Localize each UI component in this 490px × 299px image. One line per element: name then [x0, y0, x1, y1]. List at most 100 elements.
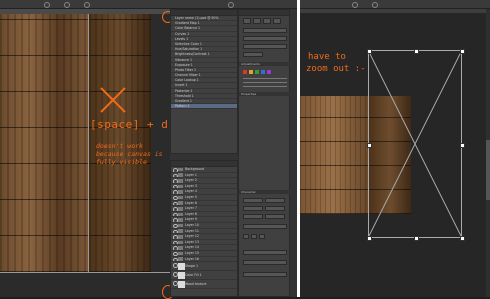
paragraph-field[interactable] — [243, 224, 287, 229]
layer-thumbnail — [178, 257, 183, 261]
search-icon-right[interactable] — [372, 2, 378, 8]
transform-handle-ml[interactable] — [367, 143, 372, 148]
tracking-field[interactable] — [243, 214, 263, 219]
font-family-field[interactable] — [243, 198, 263, 203]
language-field[interactable] — [243, 272, 287, 277]
layer-thumbnail — [178, 281, 185, 289]
free-transform-box[interactable] — [367, 49, 465, 241]
layer-thumbnail — [178, 206, 183, 211]
align-right-button[interactable] — [259, 234, 265, 239]
layers-panel: Background Layer 1 Layer 2 Layer 3 Layer 4 La… — [170, 160, 238, 297]
leading-field[interactable] — [265, 206, 285, 211]
layer-row-large[interactable]: Shape 1 — [171, 262, 237, 272]
value-field[interactable] — [243, 36, 287, 41]
layer-label: Layer 1 — [185, 172, 197, 177]
transform-handle-tc[interactable] — [414, 49, 419, 54]
home-icon[interactable] — [44, 2, 50, 8]
annotation-zoom-out: zoom out :- — [306, 64, 366, 74]
layer-thumbnail — [178, 251, 183, 256]
layer-label: Layer 7 — [185, 206, 197, 211]
layer-thumbnail — [178, 272, 185, 280]
annotation-note-line-2: because canvas is — [96, 150, 163, 158]
transform-handle-br[interactable] — [460, 236, 465, 241]
layer-thumbnail — [178, 167, 183, 172]
layer-label: Layer 3 — [185, 183, 197, 188]
layer-label: Layer 9 — [185, 217, 197, 222]
layer-label: Layer 15 — [185, 250, 199, 255]
workspace-icon[interactable] — [84, 2, 90, 8]
layer-thumbnail — [178, 240, 183, 245]
color-swatch-yellow[interactable] — [249, 70, 253, 74]
transform-handle-mr[interactable] — [460, 143, 465, 148]
transform-handle-tl[interactable] — [367, 49, 372, 54]
layer-label: Color Fill 1 — [185, 273, 202, 278]
color-swatch-red[interactable] — [243, 70, 247, 74]
layer-thumbnail — [178, 229, 183, 233]
layer-row-large[interactable]: Color Fill 1 — [171, 271, 237, 281]
annotation-note-line-3: fully visible — [96, 158, 147, 166]
transform-handle-tr[interactable] — [460, 49, 465, 54]
canvas-bottom-edge — [0, 272, 170, 273]
layer-label: Layer 5 — [185, 194, 197, 199]
layer-label: Layer 13 — [185, 239, 199, 244]
tool-button-4[interactable] — [273, 18, 281, 24]
character-title: Character — [239, 190, 291, 194]
history-item[interactable]: Pattern 1 — [171, 104, 237, 110]
settings-icon[interactable] — [228, 2, 234, 8]
cross-mark-icon — [98, 85, 128, 115]
layer-label: Layer 6 — [185, 200, 197, 205]
layer-thumbnail — [178, 195, 183, 200]
layer-label: Layer 4 — [185, 189, 197, 194]
tool-button-2[interactable] — [253, 18, 261, 24]
slider-2[interactable] — [243, 82, 287, 83]
layer-label: Layer 8 — [185, 211, 197, 216]
properties-header — [239, 10, 289, 16]
guide-line — [88, 14, 89, 272]
layer-label: Layer 2 — [185, 178, 197, 183]
layer-thumbnail — [178, 246, 183, 250]
home-icon-right[interactable] — [352, 2, 358, 8]
kerning-field[interactable] — [265, 214, 285, 219]
layers-list-large: Shape 1 Color Fill 1 Wood texture — [171, 262, 237, 290]
annotation-note-line-1: doesn't work — [96, 142, 143, 150]
layer-label: Layer 16 — [185, 256, 199, 261]
align-center-button[interactable] — [251, 234, 257, 239]
tool-button-3[interactable] — [263, 18, 271, 24]
tool-button-1[interactable] — [243, 18, 251, 24]
layer-label: Layer 14 — [185, 245, 199, 250]
layer-row-large[interactable]: Wood texture — [171, 280, 237, 290]
dropdown-field[interactable] — [243, 28, 287, 33]
layer-thumbnail — [178, 184, 183, 189]
layer-thumbnail — [178, 178, 183, 183]
color-swatch-blue[interactable] — [261, 70, 265, 74]
color-swatch-green[interactable] — [255, 70, 259, 74]
adjustments-title: Adjustments — [239, 62, 291, 66]
align-left-button[interactable] — [243, 234, 249, 239]
layer-thumbnail — [178, 218, 183, 222]
search-icon[interactable] — [64, 2, 70, 8]
transform-handle-bc[interactable] — [414, 236, 419, 241]
font-size-field[interactable] — [243, 206, 263, 211]
color-field[interactable] — [243, 250, 287, 255]
layers-list: Background Layer 1 Layer 2 Layer 3 Layer 4 La… — [171, 167, 237, 263]
right-scrollbar-thumb[interactable] — [486, 140, 490, 200]
opacity-field[interactable] — [243, 52, 263, 57]
properties-title: Properties — [239, 92, 291, 96]
layer-thumbnail — [178, 190, 183, 194]
layer-thumbnail — [178, 173, 183, 177]
font-style-field[interactable] — [265, 198, 285, 203]
properties-column: Adjustments Properties Character — [238, 9, 291, 297]
layer-label: Layer 10 — [185, 222, 199, 227]
mode-field[interactable] — [243, 44, 287, 49]
layer-label: Wood texture — [185, 282, 207, 287]
slider-3[interactable] — [243, 86, 287, 87]
layer-thumbnail — [178, 234, 183, 239]
slider-1[interactable] — [243, 78, 287, 79]
transform-handle-bl[interactable] — [367, 236, 372, 241]
color-swatch-purple[interactable] — [267, 70, 271, 74]
layer-label: Background — [185, 167, 205, 171]
layer-thumbnail — [178, 212, 183, 217]
anti-alias-field[interactable] — [243, 260, 287, 265]
app-topbar — [0, 0, 490, 9]
layer-label: Layer 12 — [185, 234, 199, 239]
